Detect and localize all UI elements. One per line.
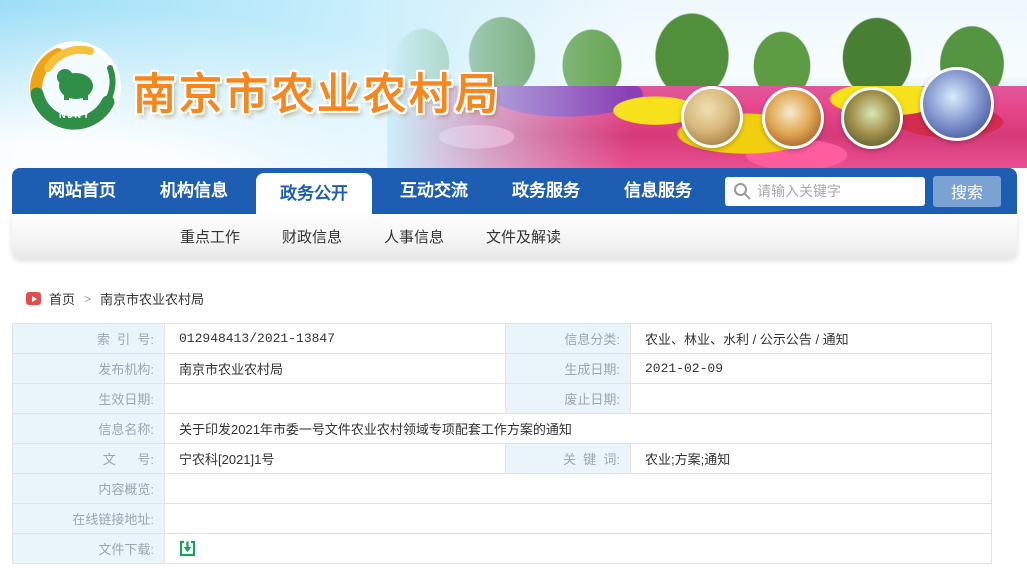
document-metadata-table: 索 引 号: 012948413/2021-13847 信息分类: 农业、林业、… xyxy=(12,323,992,564)
grain-basket-photo-badge xyxy=(681,86,743,148)
field-keywords-label: 关 键 词: xyxy=(506,444,631,474)
nav-item-gov-services[interactable]: 政务服务 xyxy=(496,168,596,214)
search-input[interactable] xyxy=(725,177,925,206)
subnav-item-personnel-info[interactable]: 人事信息 xyxy=(384,226,444,247)
field-doc-no-value: 宁农科[2021]1号 xyxy=(165,444,506,474)
search-box: 搜索 xyxy=(725,176,1017,207)
breadcrumb-home-link[interactable]: 首页 xyxy=(49,289,75,308)
field-publisher-value: 南京市农业农村局 xyxy=(165,354,506,384)
breadcrumb-play-icon xyxy=(26,292,41,305)
field-created-date-value: 2021-02-09 xyxy=(631,354,992,384)
breadcrumb-current[interactable]: 南京市农业农村局 xyxy=(100,289,204,308)
search-icon xyxy=(733,182,751,200)
field-online-link-value xyxy=(165,504,992,534)
field-effective-date-label: 生效日期: xyxy=(13,384,165,414)
bureau-logo[interactable]: NJNY xyxy=(28,40,122,134)
table-row: 文 号: 宁农科[2021]1号 关 键 词: 农业;方案;通知 xyxy=(13,444,992,474)
field-category-label: 信息分类: xyxy=(506,324,631,354)
field-online-link-label: 在线链接地址: xyxy=(13,504,165,534)
field-category-value: 农业、林业、水利 / 公示公告 / 通知 xyxy=(631,324,992,354)
table-row: 发布机构: 南京市农业农村局 生成日期: 2021-02-09 xyxy=(13,354,992,384)
breadcrumb: 首页 > 南京市农业农村局 xyxy=(26,289,204,308)
nav-item-interaction[interactable]: 互动交流 xyxy=(384,168,484,214)
subnav-item-key-work[interactable]: 重点工作 xyxy=(180,226,240,247)
roast-duck-photo-badge xyxy=(762,87,824,149)
field-repeal-date-label: 废止日期: xyxy=(506,384,631,414)
logo-text: NJNY xyxy=(59,110,91,120)
nav-item-gov-disclosure[interactable]: 政务公开 xyxy=(256,173,372,214)
crab-photo-badge xyxy=(841,87,903,149)
site-title: 南京市农业农村局 xyxy=(133,60,501,122)
search-button[interactable]: 搜索 xyxy=(933,176,1001,207)
breadcrumb-separator: > xyxy=(84,292,91,306)
field-summary-value xyxy=(165,474,992,504)
subnav-item-fiscal-info[interactable]: 财政信息 xyxy=(282,226,342,247)
nav-item-home[interactable]: 网站首页 xyxy=(32,168,132,214)
sub-nav: 重点工作 财政信息 人事信息 文件及解读 xyxy=(12,214,1017,258)
field-keywords-value: 农业;方案;通知 xyxy=(631,444,992,474)
field-created-date-label: 生成日期: xyxy=(506,354,631,384)
table-row: 文件下载: xyxy=(13,534,992,564)
nav-item-org-info[interactable]: 机构信息 xyxy=(144,168,244,214)
download-icon[interactable] xyxy=(179,540,196,557)
subnav-item-documents[interactable]: 文件及解读 xyxy=(486,226,561,247)
field-effective-date-value xyxy=(165,384,506,414)
field-doc-no-label: 文 号: xyxy=(13,444,165,474)
main-nav: 网站首页 机构信息 政务公开 互动交流 政务服务 信息服务 搜索 xyxy=(12,168,1017,214)
field-download-label: 文件下载: xyxy=(13,534,165,564)
field-index-no-label: 索 引 号: xyxy=(13,324,165,354)
nav-item-info-services[interactable]: 信息服务 xyxy=(608,168,708,214)
field-info-name-value: 关于印发2021年市委一号文件农业农村领域专项配套工作方案的通知 xyxy=(165,414,992,444)
table-row: 信息名称: 关于印发2021年市委一号文件农业农村领域专项配套工作方案的通知 xyxy=(13,414,992,444)
table-row: 索 引 号: 012948413/2021-13847 信息分类: 农业、林业、… xyxy=(13,324,992,354)
field-info-name-label: 信息名称: xyxy=(13,414,165,444)
table-row: 在线链接地址: xyxy=(13,504,992,534)
site-banner: NJNY 南京市农业农村局 xyxy=(0,0,1027,168)
field-index-no-value: 012948413/2021-13847 xyxy=(165,324,506,354)
blueberry-photo-badge xyxy=(920,67,994,141)
field-repeal-date-value xyxy=(631,384,992,414)
table-row: 生效日期: 废止日期: xyxy=(13,384,992,414)
table-row: 内容概览: xyxy=(13,474,992,504)
field-summary-label: 内容概览: xyxy=(13,474,165,504)
field-publisher-label: 发布机构: xyxy=(13,354,165,384)
